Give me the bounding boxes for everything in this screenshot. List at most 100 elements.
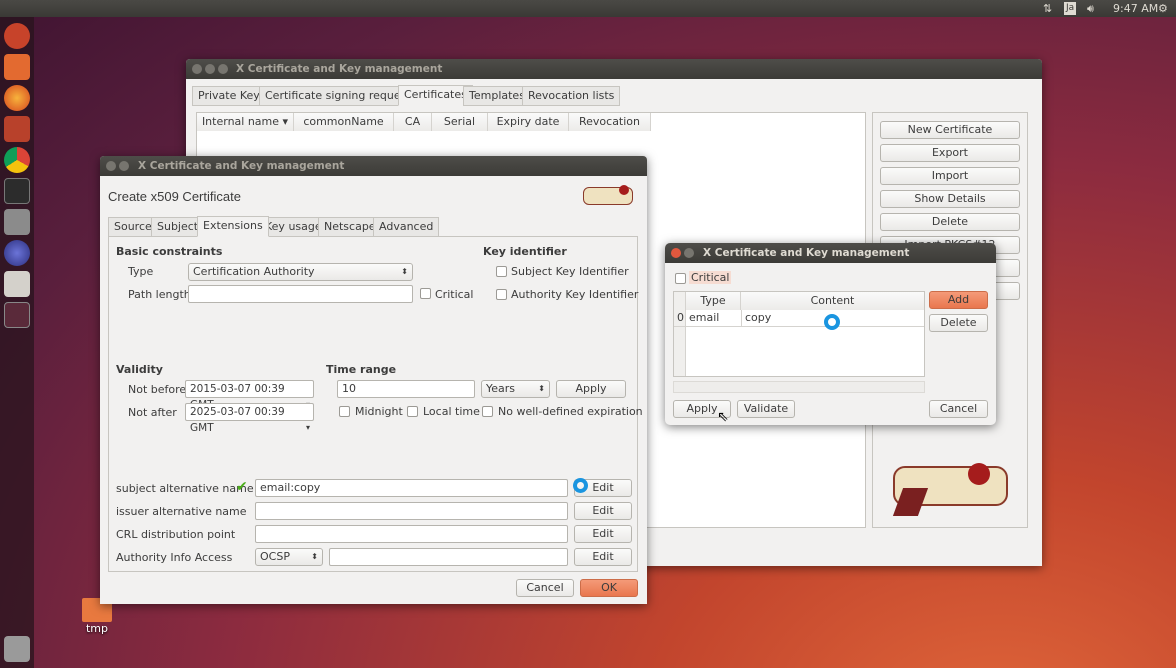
column-expiry-date[interactable]: Expiry date <box>488 113 569 131</box>
critical-label: Critical <box>689 271 732 284</box>
volume-icon[interactable]: 🔊︎ <box>1087 2 1094 16</box>
table-row[interactable]: 0 email copy <box>674 310 924 327</box>
aia-edit-button[interactable]: Edit <box>574 548 632 566</box>
edit-extension-dialog: X Certificate and Key management Critica… <box>665 243 996 425</box>
clock[interactable]: 9:47 AM <box>1113 2 1158 15</box>
chrome-icon[interactable] <box>4 147 30 173</box>
settings-icon[interactable] <box>4 116 30 142</box>
gear-power-icon[interactable]: ⚙ <box>1158 2 1168 15</box>
export-button[interactable]: Export <box>880 144 1020 162</box>
new-certificate-button[interactable]: New Certificate <box>880 121 1020 139</box>
no-expiration-checkbox[interactable] <box>482 406 493 417</box>
authority-key-id-checkbox[interactable] <box>496 289 507 300</box>
key-identifier-title: Key identifier <box>483 245 567 258</box>
mouse-pointer-icon: ⇖ <box>717 409 729 425</box>
critical-checkbox[interactable] <box>675 273 686 284</box>
create-dialog-titlebar[interactable]: X Certificate and Key management <box>100 156 647 176</box>
dialog-heading: Create x509 Certificate <box>108 189 241 204</box>
xca-icon[interactable] <box>4 271 30 297</box>
column-common-name[interactable]: commonName <box>294 113 394 131</box>
delete-button[interactable]: Delete <box>880 213 1020 231</box>
row-type[interactable]: email <box>689 310 719 326</box>
cancel-button[interactable]: Cancel <box>516 579 574 597</box>
status-bar <box>673 381 925 393</box>
authority-key-id-label: Authority Key Identifier <box>511 288 639 301</box>
tab-certificates[interactable]: Certificates <box>398 85 473 106</box>
main-window-titlebar[interactable]: X Certificate and Key management <box>186 59 1042 79</box>
basic-critical-checkbox[interactable] <box>420 288 431 299</box>
valid-check-icon: ✔ <box>236 479 248 495</box>
row-content[interactable]: copy <box>745 310 771 326</box>
keyboard-layout-indicator[interactable]: Ja <box>1064 2 1077 15</box>
maximize-button[interactable] <box>218 64 228 74</box>
tab-extensions[interactable]: Extensions <box>197 216 269 237</box>
not-before-label: Not before <box>128 383 187 396</box>
not-before-input[interactable]: 2015-03-07 00:39 GMT▾ <box>185 380 314 411</box>
ok-button[interactable]: OK <box>580 579 638 597</box>
eclipse-icon[interactable] <box>4 240 30 266</box>
crl-edit-button[interactable]: Edit <box>574 525 632 543</box>
tab-revocation-lists[interactable]: Revocation lists <box>522 86 621 106</box>
time-unit-select[interactable]: Years ⬍ <box>481 380 550 398</box>
time-range-apply-button[interactable]: Apply <box>556 380 626 398</box>
column-type[interactable]: Type <box>686 292 741 310</box>
basic-constraints-title: Basic constraints <box>116 245 223 258</box>
column-serial[interactable]: Serial <box>432 113 488 131</box>
window-title: X Certificate and Key management <box>703 247 910 259</box>
firefox-icon[interactable] <box>4 85 30 111</box>
trash-icon[interactable] <box>4 636 30 662</box>
column-internal-name[interactable]: Internal name ▾ <box>197 113 294 131</box>
network-arrows-icon[interactable]: ⇅ <box>1043 2 1052 15</box>
local-time-label: Local time <box>423 405 480 418</box>
validate-button[interactable]: Validate <box>737 400 795 418</box>
ian-label: issuer alternative name <box>116 505 247 518</box>
close-button[interactable] <box>192 64 202 74</box>
folder-label: tmp <box>85 622 108 635</box>
aia-input[interactable] <box>329 548 568 566</box>
dropdown-arrow-icon[interactable]: ▾ <box>306 420 310 436</box>
close-button[interactable] <box>671 248 681 258</box>
extension-table[interactable]: Type Content 0 email copy <box>673 291 925 377</box>
midnight-label: Midnight <box>355 405 403 418</box>
local-time-checkbox[interactable] <box>407 406 418 417</box>
show-details-button[interactable]: Show Details <box>880 190 1020 208</box>
extensions-panel: Basic constraints Type Certification Aut… <box>108 236 643 572</box>
column-revocation[interactable]: Revocation <box>569 113 651 131</box>
import-button[interactable]: Import <box>880 167 1020 185</box>
tab-templates[interactable]: Templates <box>463 86 531 106</box>
tab-advanced[interactable]: Advanced <box>373 217 440 237</box>
minimize-button[interactable] <box>205 64 215 74</box>
subject-key-id-label: Subject Key Identifier <box>511 265 629 278</box>
san-input[interactable]: email:copy <box>255 479 568 497</box>
ian-input[interactable] <box>255 502 568 520</box>
crl-input[interactable] <box>255 525 568 543</box>
column-content[interactable]: Content <box>741 292 924 310</box>
window-title: X Certificate and Key management <box>236 63 443 75</box>
not-after-input[interactable]: 2025-03-07 00:39 GMT ▾ <box>185 403 314 434</box>
type-label: Type <box>128 265 154 278</box>
minimize-button[interactable] <box>119 161 129 171</box>
files-icon[interactable] <box>4 54 30 80</box>
validity-title: Validity <box>116 363 163 376</box>
ubuntu-dash-icon[interactable] <box>4 23 30 49</box>
type-select[interactable]: Certification Authority ⬍ <box>188 263 413 281</box>
terminal-icon[interactable] <box>4 178 30 204</box>
column-ca[interactable]: CA <box>394 113 432 131</box>
ian-edit-button[interactable]: Edit <box>574 502 632 520</box>
path-length-label: Path length <box>128 288 191 301</box>
minimize-button[interactable] <box>684 248 694 258</box>
edit-dialog-titlebar[interactable]: X Certificate and Key management <box>665 243 996 263</box>
spinner-arrows-icon: ⬍ <box>401 267 408 276</box>
camera-icon[interactable] <box>4 209 30 235</box>
aia-method-select[interactable]: OCSP ⬍ <box>255 548 323 566</box>
add-button[interactable]: Add <box>929 291 988 309</box>
delete-button[interactable]: Delete <box>929 314 988 332</box>
midnight-checkbox[interactable] <box>339 406 350 417</box>
subject-key-id-checkbox[interactable] <box>496 266 507 277</box>
close-button[interactable] <box>106 161 116 171</box>
path-length-input[interactable] <box>188 285 413 303</box>
cancel-button[interactable]: Cancel <box>929 400 988 418</box>
workspace-icon[interactable] <box>4 302 30 328</box>
busy-cursor-icon <box>824 314 840 330</box>
time-range-input[interactable]: 10 <box>337 380 475 398</box>
